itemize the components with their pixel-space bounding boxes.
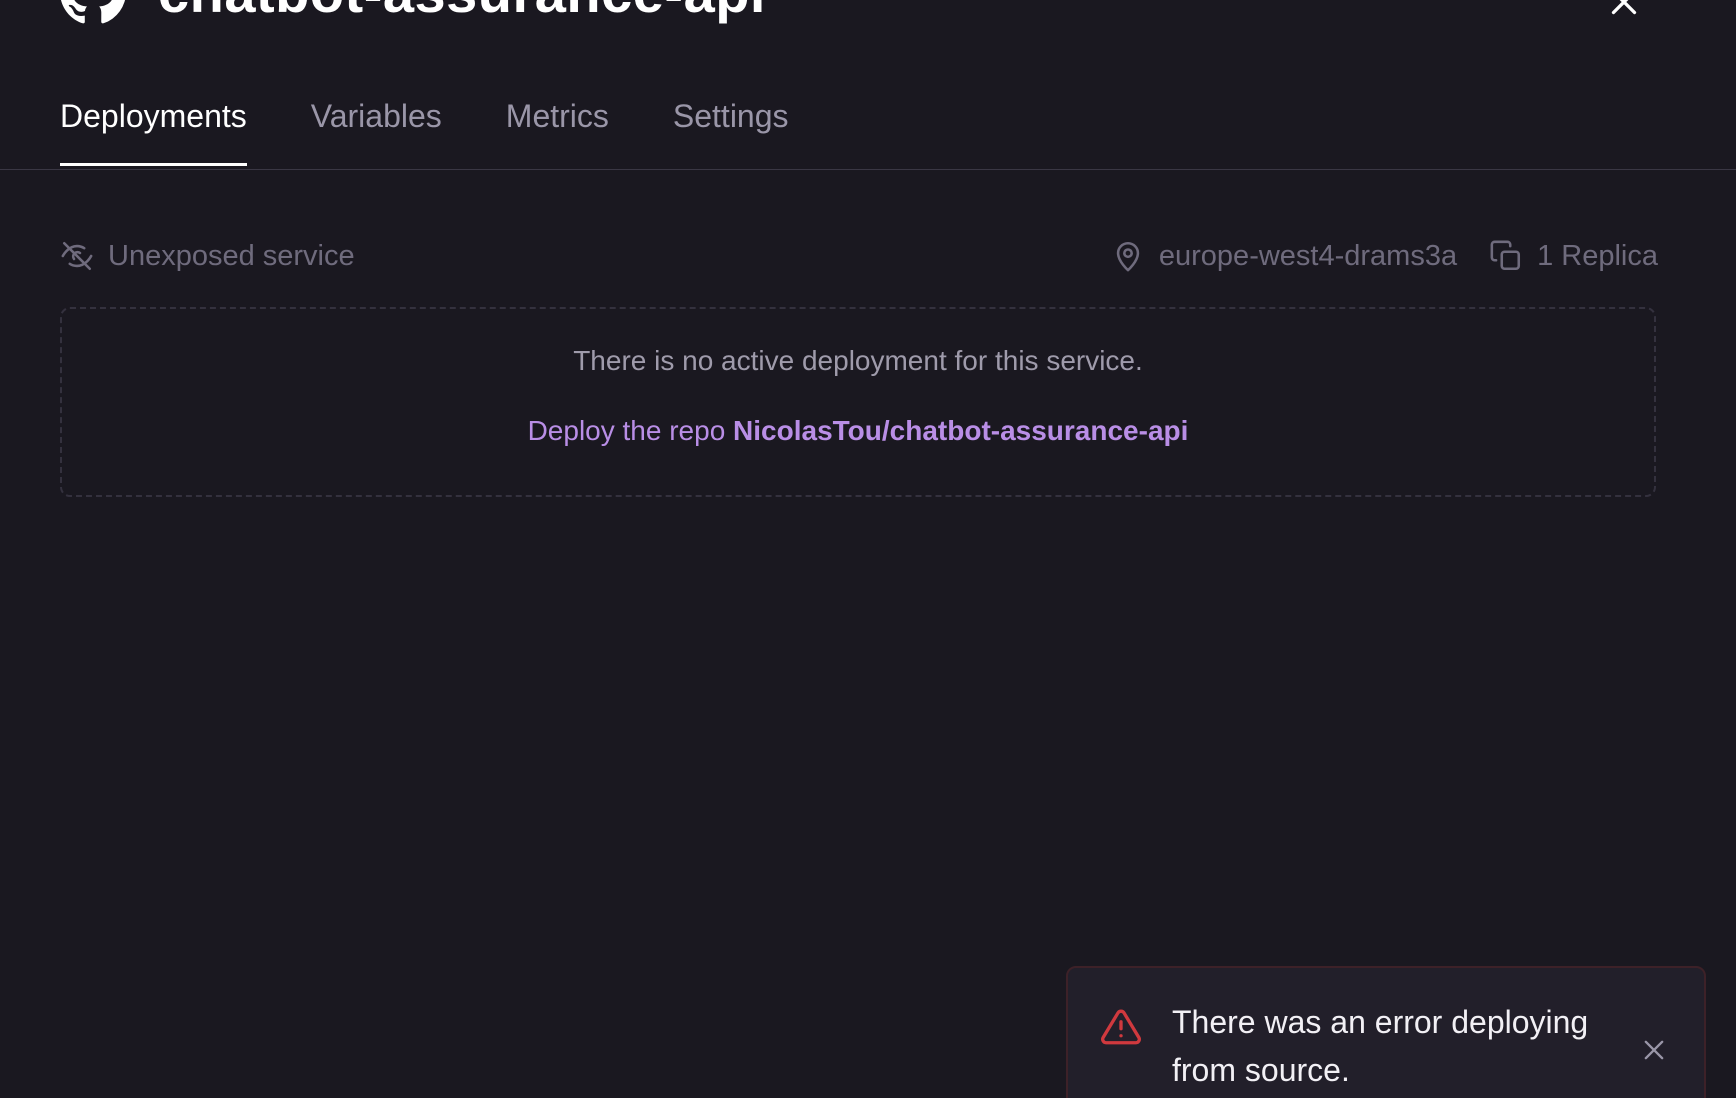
- tab-variables[interactable]: Variables: [311, 92, 442, 164]
- service-title: chatbot-assurance-api: [158, 0, 766, 25]
- region-info: europe-west4-drams3a: [1111, 239, 1457, 273]
- tab-bar: Deployments Variables Metrics Settings: [60, 92, 853, 170]
- empty-deployment-box: There is no active deployment for this s…: [60, 307, 1656, 497]
- toast-message: There was an error deploying from source…: [1172, 1004, 1589, 1088]
- tab-settings[interactable]: Settings: [673, 92, 789, 164]
- eye-off-icon: [60, 239, 94, 273]
- tab-metrics[interactable]: Metrics: [506, 92, 609, 164]
- deploy-line: Deploy the repo NicolasTou/chatbot-assur…: [62, 415, 1654, 447]
- map-pin-icon: [1111, 239, 1145, 273]
- region-label: europe-west4-drams3a: [1158, 239, 1458, 272]
- exposure-label: Unexposed service: [108, 239, 355, 272]
- service-header: chatbot-assurance-api: [60, 0, 766, 25]
- tabs-divider: [0, 169, 1736, 170]
- github-icon: [60, 0, 126, 25]
- service-panel: chatbot-assurance-api Deployments Variab…: [0, 0, 1736, 1098]
- tab-deployments[interactable]: Deployments: [60, 92, 247, 166]
- deploy-repo-link[interactable]: NicolasTou/chatbot-assurance-api: [733, 415, 1188, 446]
- exposure-status: Unexposed service: [60, 239, 355, 273]
- warning-triangle-icon: [1100, 1006, 1142, 1048]
- close-icon[interactable]: [1640, 1036, 1668, 1064]
- empty-message: There is no active deployment for this s…: [573, 345, 1143, 376]
- copy-icon: [1489, 239, 1523, 273]
- replica-label: 1 Replica: [1537, 239, 1658, 272]
- close-icon[interactable]: [1606, 0, 1642, 20]
- deploy-prefix: Deploy the repo: [527, 415, 726, 446]
- service-info-row: Unexposed service europe-west4-drams3a 1…: [60, 232, 1658, 280]
- error-toast: There was an error deploying from source…: [1066, 966, 1706, 1098]
- replica-info: 1 Replica: [1489, 239, 1658, 273]
